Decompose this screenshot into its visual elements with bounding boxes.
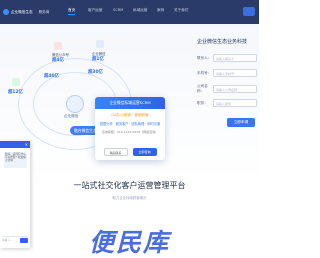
metric-wechat: 超12亿 [8, 90, 23, 95]
metric-value: 超1亿 [92, 57, 104, 62]
official-account-icon [54, 42, 62, 50]
consult-button[interactable]: 立即咨询 [132, 148, 157, 156]
watermark-logo: 便民库 [88, 228, 170, 257]
metric-staff: 超30亿 [88, 70, 103, 75]
company-input[interactable]: 请输入公司名称 [213, 85, 257, 93]
metric-value: 超12亿 [8, 90, 23, 95]
metric-value: 超4亿 [52, 58, 64, 63]
form-row-title: 职务： 请输入职务 [197, 99, 257, 107]
brand-name: 企业微信生态 [11, 9, 33, 14]
chat-bubble: 您好，请问有什么可以帮您？欢迎留言咨询 [4, 152, 27, 168]
hero-slogan: 一站式社交化客户运营管理平台 [73, 181, 186, 190]
form-row-phone: 手机号： 请输入手机号 [197, 69, 257, 77]
metric-wecom: 企业微信 超1亿 [92, 52, 106, 62]
tab-cases[interactable]: 案例 [157, 8, 164, 13]
form-title: 企业微信生态业务科技 [197, 39, 248, 45]
field-label: 手机号： [197, 70, 212, 75]
position-input[interactable]: 请输入职务 [213, 99, 257, 107]
wecom-icon [96, 40, 104, 48]
phone-input[interactable]: 请输入手机号 [213, 69, 257, 77]
hub-label: 企业微信 [64, 114, 79, 118]
form-row-contact: 联系人： 请输入联系人 [197, 54, 257, 62]
page: 企业微信生态 服务商 首页 客户运营 SCRM 私域运营 案例 关于我们 企业微… [0, 0, 259, 258]
metric-group: 超40亿 [44, 74, 59, 79]
field-label: 联系人： [197, 55, 212, 60]
lead-form: 企业微信生态业务科技 联系人： 请输入联系人 手机号： 请输入手机号 公司名称：… [197, 38, 259, 128]
popup-headline: OA办公营销，营销获客 [111, 113, 149, 117]
tab-private[interactable]: 私域运营 [133, 8, 147, 13]
brand-sub: 服务商 [38, 9, 50, 14]
popup-actions: 稍后联系 立即咨询 [101, 148, 159, 156]
wechat-icon [12, 78, 20, 86]
field-label: 职务： [197, 100, 208, 105]
popup-phone: 咨询客服：010-1234-5678（网络咨询） [101, 130, 159, 134]
top-navbar: 企业微信生态 服务商 首页 客户运营 SCRM 私域运营 案例 关于我们 [0, 0, 259, 24]
brand[interactable]: 企业微信生态 服务商 [3, 9, 49, 15]
popup-title: 企业微信私域运营SCRM [95, 97, 165, 109]
metric-value: 超40亿 [44, 74, 59, 79]
tab-about[interactable]: 关于我们 [174, 8, 188, 13]
field-label: 公司名称： [197, 84, 208, 93]
wecom-hub-icon [66, 95, 84, 113]
metric-official: 微信公众号 超4亿 [52, 53, 69, 63]
later-button[interactable]: 稍后联系 [103, 148, 128, 156]
contact-input[interactable]: 请输入联系人 [213, 54, 257, 62]
form-row-company: 公司名称： 请输入公司名称 [197, 84, 257, 94]
login-button[interactable] [243, 7, 255, 16]
tab-home[interactable]: 首页 [68, 8, 76, 15]
tab-customer[interactable]: 客户运营 [88, 8, 102, 13]
brand-logo-icon [3, 9, 9, 15]
close-icon[interactable]: × [25, 142, 28, 147]
consult-popup: 企业微信私域运营SCRM OA办公营销，营销获客 数据分析 · 服务客户 · 团… [95, 97, 165, 160]
tab-scrm[interactable]: SCRM [113, 8, 123, 12]
popup-features: 数据分析 · 服务客户 · 团队管理 · 即时沟通 [99, 122, 161, 126]
submit-button[interactable]: 立即申请 [227, 118, 255, 127]
hero-subtitle: 助力企业持续获客增长 [112, 196, 147, 200]
metric-value: 超30亿 [88, 70, 103, 75]
